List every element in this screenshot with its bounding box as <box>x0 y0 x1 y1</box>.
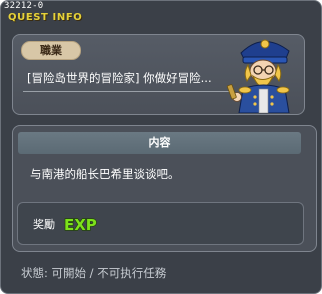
exp-badge-icon: EXP <box>63 215 97 233</box>
quest-name-underline <box>23 91 231 92</box>
exp-text: EXP <box>64 216 97 233</box>
quest-info-window: 32212-0 QUEST INFO 職業 [冒险岛世界的冒险家] 你做好冒险.… <box>0 0 322 294</box>
quest-description: 与南港的船长巴希里谈谈吧。 <box>30 167 180 181</box>
reward-box <box>17 202 304 245</box>
job-tag: 職業 <box>21 41 81 60</box>
quest-status: 状態: 可開始 / 不可执行任務 <box>21 266 167 280</box>
quest-id-label: 32212-0 <box>4 1 44 11</box>
content-section-title: 内容 <box>18 132 301 154</box>
captain-portrait-icon <box>226 39 290 113</box>
reward-label: 奖勵 <box>33 218 55 231</box>
quest-name: [冒险岛世界的冒险家] 你做好冒险... <box>27 72 212 85</box>
window-title: QUEST INFO <box>8 12 83 23</box>
